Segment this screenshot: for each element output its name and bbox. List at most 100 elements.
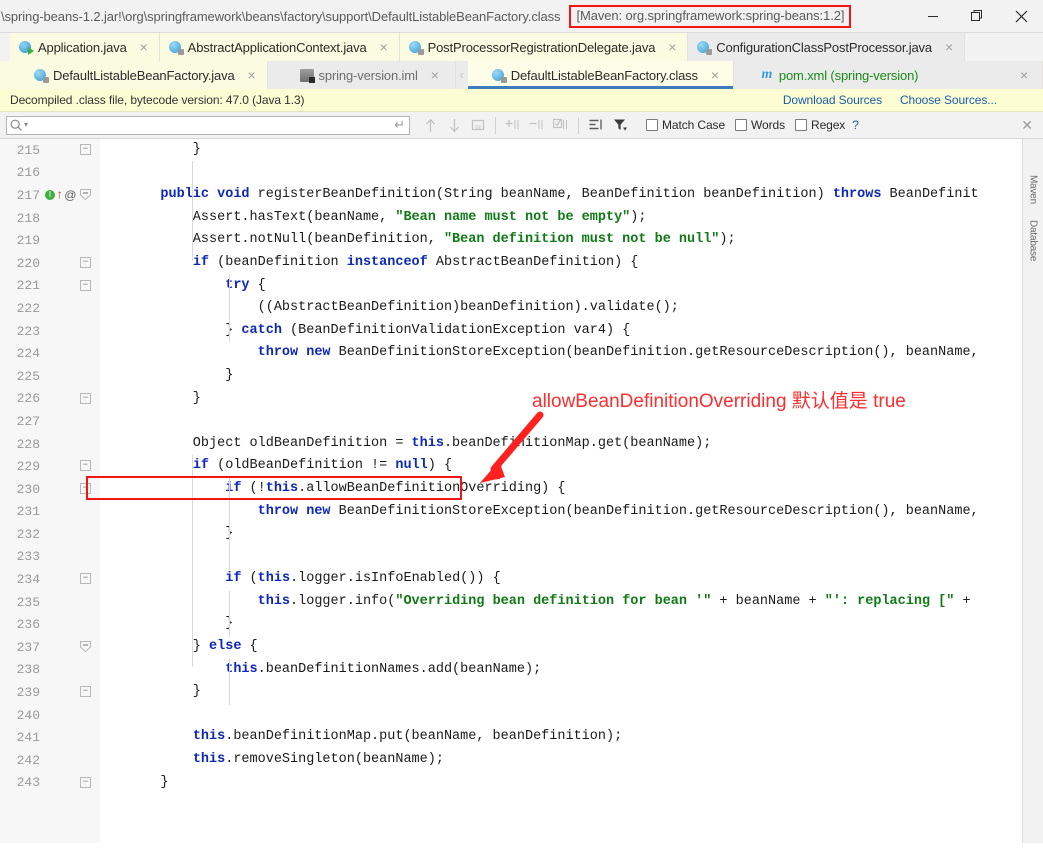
tab-spring-version-iml[interactable]: spring-version.iml ×: [267, 61, 456, 89]
remove-line-icon[interactable]: [525, 114, 549, 137]
fold-collapse-icon[interactable]: −: [80, 392, 91, 404]
match-case-option[interactable]: Match Case: [646, 118, 725, 132]
code-line[interactable]: [100, 546, 1031, 569]
tabs-scroll-left-icon[interactable]: ‹: [455, 61, 468, 89]
gutter-row[interactable]: 227: [0, 410, 100, 433]
code-line[interactable]: if (beanDefinition instanceof AbstractBe…: [100, 252, 1031, 275]
gutter-row[interactable]: 222: [0, 297, 100, 320]
gutter-row[interactable]: 238: [0, 659, 100, 682]
code-line[interactable]: [100, 704, 1031, 727]
tab-close-icon[interactable]: ×: [138, 40, 150, 54]
tab-pom-xml[interactable]: m pom.xml (spring-version) ×: [733, 61, 1043, 89]
code-line[interactable]: }: [100, 365, 1031, 388]
match-case-checkbox[interactable]: [646, 119, 658, 131]
code-line[interactable]: } catch (BeanDefinitionValidationExcepti…: [100, 320, 1031, 343]
gutter-row[interactable]: 229 −: [0, 455, 100, 478]
filter-lines-icon[interactable]: [584, 114, 608, 137]
code-line[interactable]: try {: [100, 275, 1031, 298]
gutter-row[interactable]: 240: [0, 704, 100, 727]
gutter-row[interactable]: 239 −: [0, 681, 100, 704]
words-option[interactable]: Words: [735, 118, 785, 132]
tab-close-icon[interactable]: ×: [943, 40, 955, 54]
code-line[interactable]: this.beanDefinitionMap.put(beanName, bea…: [100, 726, 1031, 749]
download-sources-link[interactable]: Download Sources: [783, 93, 882, 107]
tab-close-icon[interactable]: ×: [246, 68, 258, 82]
code-content[interactable]: } public void registerBeanDefinition(Str…: [100, 139, 1031, 843]
search-input[interactable]: [28, 116, 395, 134]
fold-collapse-icon[interactable]: −: [80, 460, 91, 472]
words-checkbox[interactable]: [735, 119, 748, 131]
override-arrow-icon[interactable]: ↑: [56, 189, 63, 201]
gutter-row[interactable]: 232: [0, 523, 100, 546]
fold-collapse-icon[interactable]: −: [80, 573, 91, 585]
minimize-button[interactable]: [911, 0, 955, 33]
gutter-row[interactable]: 226 −: [0, 388, 100, 411]
gutter-row[interactable]: 243 −: [0, 772, 100, 795]
code-line[interactable]: Assert.notNull(beanDefinition, "Bean def…: [100, 229, 1031, 252]
gutter-row[interactable]: 224: [0, 342, 100, 365]
gutter-row[interactable]: 219: [0, 229, 100, 252]
code-line[interactable]: this.beanDefinitionNames.add(beanName);: [100, 659, 1031, 682]
tab-abstractapplicationcontext-java[interactable]: AbstractApplicationContext.java ×: [159, 33, 400, 61]
tab-close-icon[interactable]: ×: [429, 68, 441, 82]
gutter-row[interactable]: 242: [0, 749, 100, 772]
code-line[interactable]: this.removeSingleton(beanName);: [100, 749, 1031, 772]
fold-collapse-icon[interactable]: −: [80, 144, 91, 155]
search-input-wrapper[interactable]: ▾ ↵: [6, 115, 410, 135]
gutter-row[interactable]: 217 I ↑ @: [0, 184, 100, 207]
gutter-row[interactable]: 237: [0, 636, 100, 659]
fold-collapse-icon[interactable]: −: [80, 686, 91, 698]
gutter-row[interactable]: 220 −: [0, 252, 100, 275]
tab-close-icon[interactable]: ×: [1018, 68, 1030, 82]
gutter-row[interactable]: 241: [0, 726, 100, 749]
tab-postprocessorregistrationdelegate-java[interactable]: PostProcessorRegistrationDelegate.java ×: [399, 33, 689, 61]
prev-occurrence-icon[interactable]: [418, 114, 442, 137]
gutter-row[interactable]: 231: [0, 501, 100, 524]
code-line[interactable]: if (oldBeanDefinition != null) {: [100, 455, 1031, 478]
close-button[interactable]: [999, 0, 1043, 33]
search-history-icon[interactable]: ↵: [394, 117, 405, 133]
editor-gutter[interactable]: 215−216 217 I ↑ @218 219 220−221−222 223 224 225 2…: [0, 139, 100, 843]
code-line[interactable]: } else {: [100, 636, 1031, 659]
info-green-icon[interactable]: I: [45, 190, 55, 201]
fold-collapse-icon[interactable]: −: [80, 256, 91, 268]
toggle-line-icon[interactable]: [549, 114, 573, 137]
gutter-row[interactable]: 218: [0, 207, 100, 230]
code-line[interactable]: [100, 410, 1031, 433]
code-line[interactable]: if (!this.allowBeanDefinitionOverriding)…: [100, 478, 1031, 501]
code-line[interactable]: if (this.logger.isInfoEnabled()) {: [100, 568, 1031, 591]
find-close-icon[interactable]: ✕: [1021, 117, 1039, 134]
gutter-row[interactable]: 228: [0, 433, 100, 456]
tab-application-java[interactable]: Application.java ×: [10, 33, 160, 61]
next-occurrence-icon[interactable]: [442, 114, 466, 137]
code-line[interactable]: throw new BeanDefinitionStoreException(b…: [100, 342, 1031, 365]
code-line[interactable]: public void registerBeanDefinition(Strin…: [100, 184, 1031, 207]
filter-icon[interactable]: [608, 114, 632, 137]
tab-defaultlistablebeanfactory-java[interactable]: DefaultListableBeanFactory.java ×: [0, 61, 268, 89]
code-line[interactable]: ((AbstractBeanDefinition)beanDefinition)…: [100, 297, 1031, 320]
gutter-row[interactable]: 233: [0, 546, 100, 569]
gutter-row[interactable]: 225: [0, 365, 100, 388]
choose-sources-link[interactable]: Choose Sources...: [900, 93, 997, 107]
gutter-row[interactable]: 234 −: [0, 568, 100, 591]
code-line[interactable]: }: [100, 613, 1031, 636]
fold-region-icon[interactable]: [80, 189, 91, 201]
gutter-row[interactable]: 215 −: [0, 139, 100, 162]
gutter-row[interactable]: 235: [0, 591, 100, 614]
regex-option[interactable]: Regex: [795, 118, 845, 132]
gutter-row[interactable]: 223: [0, 320, 100, 343]
code-line[interactable]: throw new BeanDefinitionStoreException(b…: [100, 501, 1031, 524]
fold-collapse-icon[interactable]: −: [80, 482, 91, 494]
tool-window-database[interactable]: Database: [1028, 220, 1039, 261]
add-line-icon[interactable]: [501, 114, 525, 137]
tab-close-icon[interactable]: ×: [709, 68, 721, 82]
tab-close-icon[interactable]: ×: [378, 40, 390, 54]
fold-collapse-icon[interactable]: −: [80, 776, 91, 788]
annotation-at-icon[interactable]: @: [64, 188, 76, 202]
code-line[interactable]: Assert.hasText(beanName, "Bean name must…: [100, 207, 1031, 230]
tab-close-icon[interactable]: ×: [666, 40, 678, 54]
fold-region-icon[interactable]: [80, 641, 91, 653]
tool-window-maven[interactable]: Maven: [1028, 175, 1039, 204]
code-line[interactable]: this.logger.info("Overriding bean defini…: [100, 591, 1031, 614]
gutter-row[interactable]: 221 −: [0, 275, 100, 298]
